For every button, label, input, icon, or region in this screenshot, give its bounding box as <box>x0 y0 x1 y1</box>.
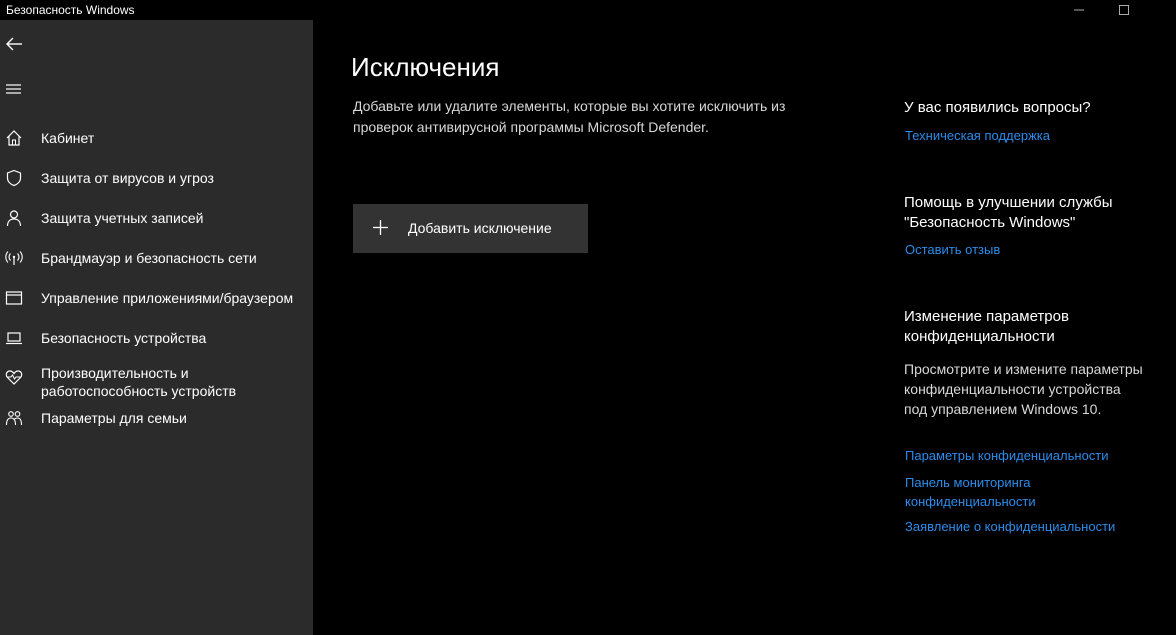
support-link[interactable]: Техническая поддержка <box>905 126 1155 145</box>
add-exclusion-label: Добавить исключение <box>408 220 552 236</box>
add-exclusion-button[interactable]: Добавить исключение <box>353 204 588 253</box>
feedback-link[interactable]: Оставить отзыв <box>905 240 1155 259</box>
privacy-settings-link[interactable]: Параметры конфиденциальности <box>905 446 1155 465</box>
privacy-heading: Изменение параметров конфиденциальности <box>904 308 1069 345</box>
home-icon <box>4 128 24 148</box>
heart-pulse-icon <box>4 367 24 387</box>
title-bar: Безопасность Windows <box>0 0 1176 20</box>
sidebar-item-label: Защита от вирусов и угроз <box>41 170 214 186</box>
family-icon <box>4 408 24 428</box>
sidebar-item-app-browser[interactable]: Управление приложениями/браузером <box>0 280 313 316</box>
privacy-dashboard-link[interactable]: Панель мониторинга конфиденциальности <box>905 473 1065 511</box>
back-arrow-icon <box>6 37 22 51</box>
sidebar-item-label: Производительность и работоспособность у… <box>41 365 237 399</box>
sidebar-item-label: Защита учетных записей <box>41 210 204 226</box>
maximize-button[interactable] <box>1101 0 1147 20</box>
improve-heading: Помощь в улучшении службы "Безопасность … <box>904 194 1113 231</box>
page-title: Исключения <box>351 52 500 82</box>
sidebar-item-label: Параметры для семьи <box>41 410 187 426</box>
sidebar-item-device-security[interactable]: Безопасность устройства <box>0 320 313 356</box>
sidebar-item-device-performance[interactable]: Производительность и работоспособность у… <box>0 360 313 404</box>
window-title: Безопасность Windows <box>6 3 135 17</box>
hamburger-icon <box>6 84 21 94</box>
sidebar-item-label: Управление приложениями/браузером <box>41 290 294 306</box>
plus-icon <box>373 220 388 235</box>
wifi-antenna-icon <box>4 248 24 268</box>
sidebar: Кабинет Защита от вирусов и угроз Защита… <box>0 20 313 635</box>
sidebar-item-label: Брандмауэр и безопасность сети <box>41 250 257 266</box>
sidebar-item-virus-protection[interactable]: Защита от вирусов и угроз <box>0 160 313 196</box>
sidebar-item-label: Безопасность устройства <box>41 330 207 346</box>
privacy-description: Просмотрите и измените параметры конфиде… <box>904 361 1143 417</box>
maximize-icon <box>1119 5 1129 15</box>
privacy-statement-link[interactable]: Заявление о конфиденциальности <box>905 517 1155 536</box>
shield-icon <box>4 168 24 188</box>
page-description: Добавьте или удалите элементы, которые в… <box>353 98 786 135</box>
laptop-icon <box>4 328 24 348</box>
hamburger-menu-button[interactable] <box>5 81 23 97</box>
sidebar-item-account-protection[interactable]: Защита учетных записей <box>0 200 313 236</box>
minimize-button[interactable] <box>1056 0 1102 20</box>
minimize-icon <box>1074 9 1084 11</box>
sidebar-item-label: Кабинет <box>41 130 95 146</box>
sidebar-item-firewall[interactable]: Брандмауэр и безопасность сети <box>0 240 313 276</box>
back-button[interactable] <box>4 34 24 54</box>
person-icon <box>4 208 24 228</box>
app-window-icon <box>4 288 24 308</box>
questions-heading: У вас появились вопросы? <box>904 99 1091 116</box>
sidebar-item-home[interactable]: Кабинет <box>0 120 313 156</box>
sidebar-item-family[interactable]: Параметры для семьи <box>0 400 313 436</box>
